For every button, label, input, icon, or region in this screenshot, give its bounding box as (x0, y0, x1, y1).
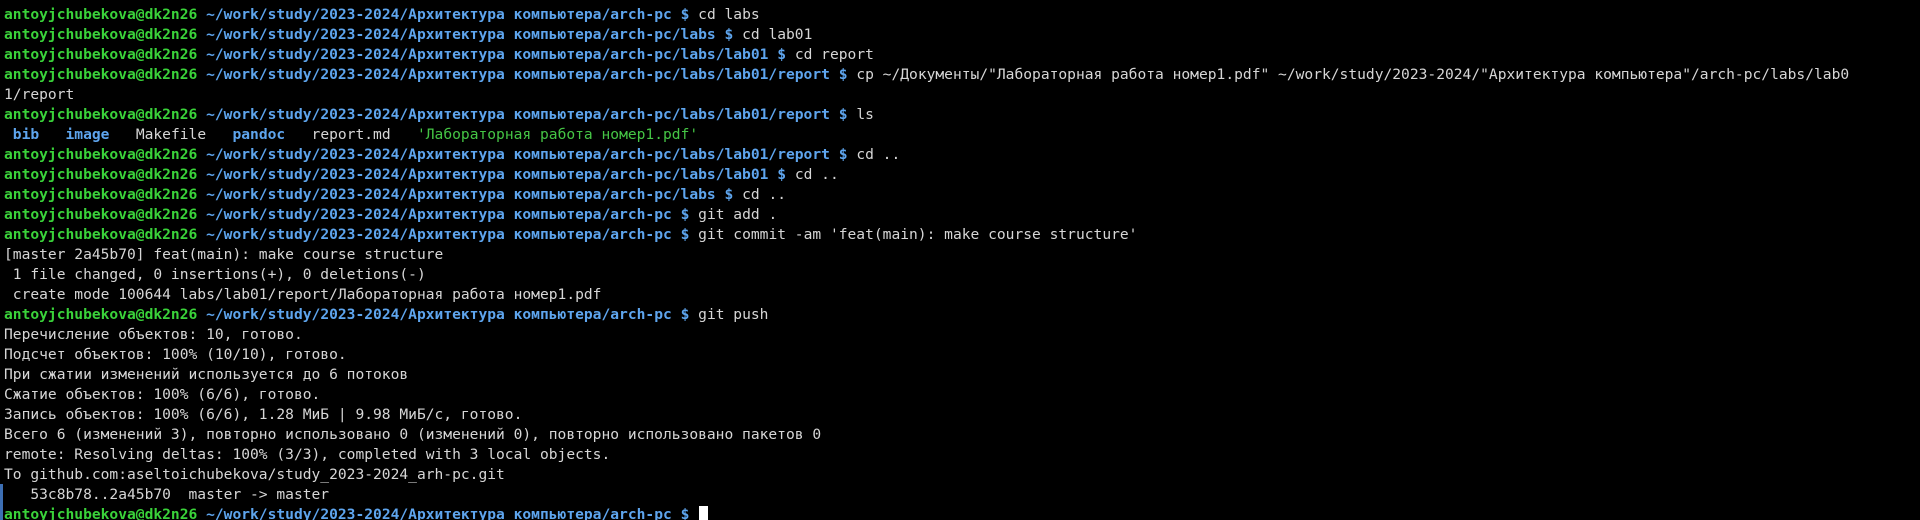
prompt-symbol: $ (680, 6, 690, 23)
prompt-user: antoyjchubekova@dk2n26 (4, 206, 198, 223)
command-text: cd report (794, 46, 874, 63)
prompt-symbol: $ (838, 146, 848, 163)
prompt-symbol: $ (724, 26, 734, 43)
prompt-symbol: $ (680, 506, 690, 520)
ls-file-makefile: Makefile (135, 126, 207, 143)
terminal-line: antoyjchubekova@dk2n26 ~/work/study/2023… (4, 305, 1904, 325)
scrollbar-thumb[interactable] (1909, 0, 1919, 360)
prompt-symbol: $ (680, 226, 690, 243)
ls-file-report-md: report.md (311, 126, 391, 143)
output-text: Подсчет объектов: 100% (10/10), готово. (4, 346, 347, 363)
terminal-line: antoyjchubekova@dk2n26 ~/work/study/2023… (4, 25, 1904, 45)
command-text: cd .. (742, 186, 787, 203)
terminal-line: Перечисление объектов: 10, готово. (4, 325, 1904, 345)
prompt-symbol: $ (680, 306, 690, 323)
text-cursor[interactable] (699, 506, 709, 520)
output-text: create mode 100644 labs/lab01/report/Лаб… (4, 286, 602, 303)
terminal-line: antoyjchubekova@dk2n26 ~/work/study/2023… (4, 65, 1904, 85)
command-text: cp ~/Документы/"Лабораторная работа номе… (856, 66, 1850, 83)
output-text: Запись объектов: 100% (6/6), 1.28 МиБ | … (4, 406, 523, 423)
terminal-line: При сжатии изменений используется до 6 п… (4, 365, 1904, 385)
prompt-symbol: $ (680, 206, 690, 223)
terminal-line: remote: Resolving deltas: 100% (3/3), co… (4, 445, 1904, 465)
scroll-mark (0, 484, 3, 520)
command-text: cd lab01 (742, 26, 813, 43)
output-text: To github.com:aseltoichubekova/study_202… (4, 466, 505, 483)
terminal-line: antoyjchubekova@dk2n26 ~/work/study/2023… (4, 145, 1904, 165)
command-text: git add . (698, 206, 778, 223)
prompt-path: ~/work/study/2023-2024/Архитектура компь… (206, 66, 830, 83)
terminal-output[interactable]: antoyjchubekova@dk2n26 ~/work/study/2023… (4, 5, 1904, 520)
ls-dir-bib: bib (12, 126, 40, 143)
prompt-user: antoyjchubekova@dk2n26 (4, 166, 198, 183)
output-text: При сжатии изменений используется до 6 п… (4, 366, 409, 383)
command-text: cd labs (698, 6, 760, 23)
output-text: Всего 6 (изменений 3), повторно использо… (4, 426, 822, 443)
terminal-line: antoyjchubekova@dk2n26 ~/work/study/2023… (4, 225, 1904, 245)
prompt-symbol: $ (838, 66, 848, 83)
ls-dir-pandoc: pandoc (232, 126, 286, 143)
prompt-path: ~/work/study/2023-2024/Архитектура компь… (206, 26, 716, 43)
output-text: [master 2a45b70] feat(main): make course… (4, 246, 444, 263)
command-text: cd .. (794, 166, 839, 183)
terminal-line: create mode 100644 labs/lab01/report/Лаб… (4, 285, 1904, 305)
terminal-line: Всего 6 (изменений 3), повторно использо… (4, 425, 1904, 445)
command-text: ls (856, 106, 874, 123)
prompt-symbol: $ (724, 186, 734, 203)
terminal-line: antoyjchubekova@dk2n26 ~/work/study/2023… (4, 45, 1904, 65)
prompt-path: ~/work/study/2023-2024/Архитектура компь… (206, 166, 769, 183)
output-text: 1/report (4, 86, 75, 103)
command-text: git push (698, 306, 769, 323)
terminal-line: antoyjchubekova@dk2n26 ~/work/study/2023… (4, 165, 1904, 185)
prompt-path: ~/work/study/2023-2024/Архитектура компь… (206, 306, 672, 323)
prompt-path: ~/work/study/2023-2024/Архитектура компь… (206, 106, 830, 123)
terminal-line: antoyjchubekova@dk2n26 ~/work/study/2023… (4, 105, 1904, 125)
prompt-path: ~/work/study/2023-2024/Архитектура компь… (206, 6, 672, 23)
terminal-line: Запись объектов: 100% (6/6), 1.28 МиБ | … (4, 405, 1904, 425)
output-text: remote: Resolving deltas: 100% (3/3), co… (4, 446, 611, 463)
output-text: 53c8b78..2a45b70 master -> master (4, 486, 330, 503)
prompt-symbol: $ (838, 106, 848, 123)
prompt-user: antoyjchubekova@dk2n26 (4, 66, 198, 83)
prompt-path: ~/work/study/2023-2024/Архитектура компь… (206, 186, 716, 203)
ls-file-pdf: 'Лабораторная работа номер1.pdf' (416, 126, 699, 143)
prompt-user: antoyjchubekova@dk2n26 (4, 306, 198, 323)
prompt-path: ~/work/study/2023-2024/Архитектура компь… (206, 146, 830, 163)
prompt-user: antoyjchubekova@dk2n26 (4, 506, 198, 520)
prompt-symbol: $ (777, 166, 787, 183)
terminal-line: 1 file changed, 0 insertions(+), 0 delet… (4, 265, 1904, 285)
command-text: git commit -am 'feat(main): make course … (698, 226, 1138, 243)
terminal-window[interactable]: antoyjchubekova@dk2n26 ~/work/study/2023… (0, 0, 1920, 520)
prompt-user: antoyjchubekova@dk2n26 (4, 46, 198, 63)
terminal-line: Подсчет объектов: 100% (10/10), готово. (4, 345, 1904, 365)
terminal-line: To github.com:aseltoichubekova/study_202… (4, 465, 1904, 485)
ls-output-line: bib image Makefile pandoc report.md 'Лаб… (4, 125, 1904, 145)
command-text: cd .. (856, 146, 901, 163)
terminal-line: 53c8b78..2a45b70 master -> master (4, 485, 1904, 505)
prompt-path: ~/work/study/2023-2024/Архитектура компь… (206, 506, 672, 520)
prompt-user: antoyjchubekova@dk2n26 (4, 226, 198, 243)
scrollbar[interactable] (1908, 0, 1920, 520)
terminal-line: [master 2a45b70] feat(main): make course… (4, 245, 1904, 265)
prompt-user: antoyjchubekova@dk2n26 (4, 146, 198, 163)
prompt-user: antoyjchubekova@dk2n26 (4, 26, 198, 43)
prompt-user: antoyjchubekova@dk2n26 (4, 106, 198, 123)
prompt-path: ~/work/study/2023-2024/Архитектура компь… (206, 46, 769, 63)
terminal-line: antoyjchubekova@dk2n26 ~/work/study/2023… (4, 5, 1904, 25)
terminal-line: Сжатие объектов: 100% (6/6), готово. (4, 385, 1904, 405)
terminal-line: antoyjchubekova@dk2n26 ~/work/study/2023… (4, 505, 1904, 520)
prompt-user: antoyjchubekova@dk2n26 (4, 6, 198, 23)
terminal-line: antoyjchubekova@dk2n26 ~/work/study/2023… (4, 205, 1904, 225)
prompt-symbol: $ (777, 46, 787, 63)
prompt-user: antoyjchubekova@dk2n26 (4, 186, 198, 203)
prompt-path: ~/work/study/2023-2024/Архитектура компь… (206, 206, 672, 223)
terminal-line: 1/report (4, 85, 1904, 105)
prompt-path: ~/work/study/2023-2024/Архитектура компь… (206, 226, 672, 243)
terminal-line: antoyjchubekova@dk2n26 ~/work/study/2023… (4, 185, 1904, 205)
output-text: Сжатие объектов: 100% (6/6), готово. (4, 386, 321, 403)
output-text: 1 file changed, 0 insertions(+), 0 delet… (4, 266, 426, 283)
output-text: Перечисление объектов: 10, готово. (4, 326, 303, 343)
ls-dir-image: image (65, 126, 110, 143)
